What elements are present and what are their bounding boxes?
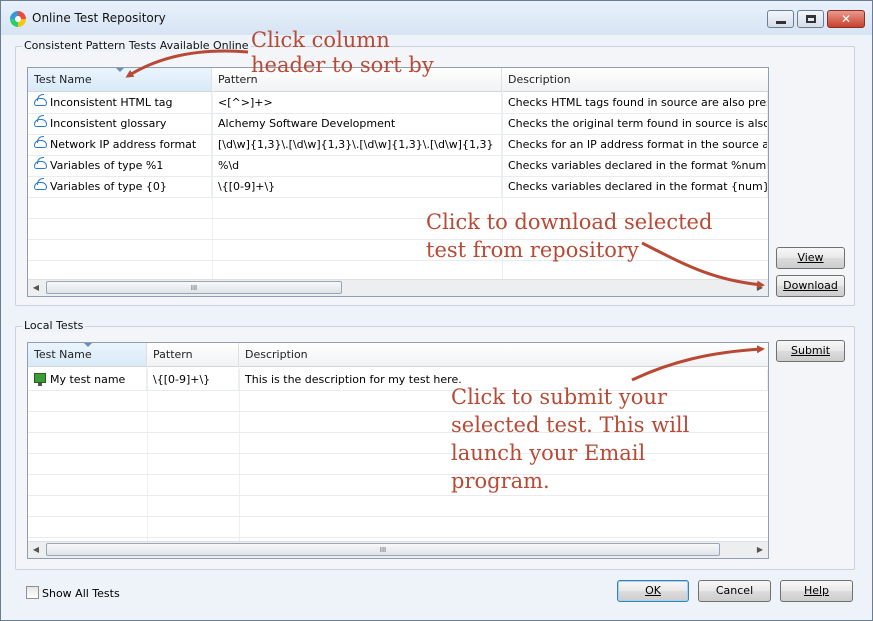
sort-arrow: [125, 49, 249, 78]
submit-arrow: [631, 345, 765, 382]
annotation-arrows: [125, 49, 765, 382]
download-arrow: [641, 241, 765, 289]
